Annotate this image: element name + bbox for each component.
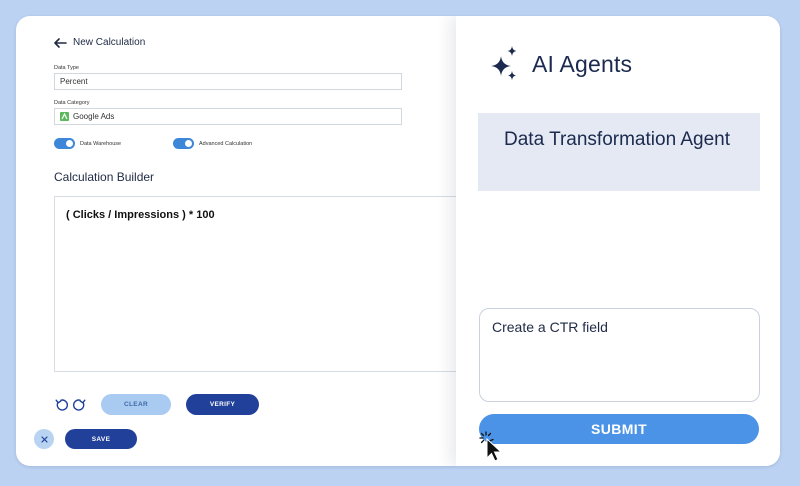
- data-type-field[interactable]: Percent: [54, 73, 402, 90]
- data-warehouse-toggle[interactable]: Data Warehouse: [54, 138, 121, 149]
- data-type-value: Percent: [60, 77, 88, 86]
- calculation-builder-title: Calculation Builder: [54, 170, 155, 184]
- sparkles-icon: [491, 46, 517, 80]
- data-warehouse-label: Data Warehouse: [80, 140, 122, 147]
- formula-text: ( Clicks / Impressions ) * 100: [66, 209, 215, 221]
- undo-icon[interactable]: [54, 398, 68, 412]
- redo-icon[interactable]: [73, 398, 87, 412]
- agent-card[interactable]: Data Transformation Agent: [478, 113, 760, 191]
- data-category-value: Google Ads: [73, 112, 115, 121]
- back-link[interactable]: New Calculation: [54, 37, 145, 48]
- clear-button[interactable]: CLEAR: [101, 394, 171, 415]
- data-category-field[interactable]: Google Ads: [54, 108, 402, 125]
- close-icon: [40, 435, 48, 443]
- ai-agents-header: AI Agents: [488, 44, 632, 84]
- ai-agents-title: AI Agents: [532, 50, 633, 77]
- app-window: New Calculation Data Type Percent Data C…: [16, 16, 780, 466]
- google-ads-icon: [60, 112, 69, 121]
- pointer-cursor-icon: [479, 431, 503, 462]
- data-category-label: Data Category: [54, 100, 90, 106]
- ai-agents-panel: AI Agents Data Transformation Agent Crea…: [456, 16, 780, 466]
- arrow-left-icon: [54, 37, 67, 48]
- data-type-label: Data Type: [54, 65, 79, 71]
- toggle-switch[interactable]: [173, 138, 194, 149]
- advanced-calculation-toggle[interactable]: Advanced Calculation: [173, 138, 252, 149]
- advanced-calculation-label: Advanced Calculation: [199, 140, 253, 147]
- agent-name: Data Transformation Agent: [504, 129, 731, 150]
- calculation-builder-editor[interactable]: ( Clicks / Impressions ) * 100: [54, 196, 474, 372]
- prompt-input[interactable]: Create a CTR field: [479, 308, 760, 402]
- verify-button[interactable]: VERIFY: [186, 394, 259, 415]
- submit-button[interactable]: SUBMIT: [479, 414, 759, 444]
- save-button[interactable]: SAVE: [65, 429, 137, 449]
- back-link-label: New Calculation: [73, 37, 146, 48]
- close-button[interactable]: [34, 429, 54, 449]
- toggle-switch[interactable]: [54, 138, 75, 149]
